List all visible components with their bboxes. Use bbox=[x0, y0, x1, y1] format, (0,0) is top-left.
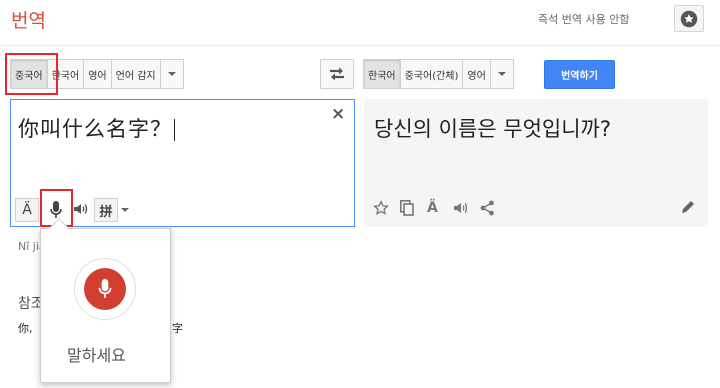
speak-now-label: 말하세요 bbox=[67, 346, 126, 365]
mic-active-indicator bbox=[84, 268, 126, 310]
edit-translation-button[interactable] bbox=[681, 200, 695, 218]
accent-output-button[interactable]: Ä bbox=[427, 200, 438, 216]
input-tools-dropdown[interactable] bbox=[121, 208, 129, 212]
accent-toggle-button[interactable]: Ä bbox=[15, 198, 39, 222]
swap-languages-button[interactable] bbox=[320, 59, 354, 89]
star-outline-icon bbox=[373, 200, 389, 215]
star-icon bbox=[680, 10, 698, 27]
translation-text: 당신의 이름은 무엇입니까? bbox=[374, 117, 612, 141]
text-cursor bbox=[174, 119, 175, 141]
copy-translation-button[interactable] bbox=[400, 200, 414, 220]
disable-instant-translation-link[interactable]: 즉석 번역 사용 안함 bbox=[538, 11, 629, 27]
translate-button[interactable]: 번역하기 bbox=[544, 60, 615, 89]
share-translation-button[interactable] bbox=[480, 200, 495, 220]
star-translation-button[interactable] bbox=[373, 200, 389, 220]
source-text[interactable]: 你叫什么名字？ bbox=[18, 113, 175, 143]
source-lang-english[interactable]: 영어 bbox=[83, 59, 112, 89]
clear-source-button[interactable]: × bbox=[331, 104, 345, 124]
swap-icon bbox=[330, 67, 344, 81]
microphone-icon bbox=[98, 279, 112, 298]
listen-translation-button[interactable] bbox=[453, 200, 469, 220]
speaker-icon bbox=[74, 204, 88, 214]
chevron-down-icon bbox=[167, 72, 176, 76]
reference-line-end: 字 bbox=[172, 322, 183, 335]
share-icon bbox=[480, 200, 494, 216]
chevron-down-icon bbox=[497, 72, 506, 76]
header-divider bbox=[0, 45, 720, 46]
source-lang-detect[interactable]: 언어 감지 bbox=[110, 59, 161, 89]
speaker-icon bbox=[454, 203, 468, 213]
source-lang-dropdown[interactable] bbox=[159, 59, 184, 89]
pinyin-input-button[interactable]: 拼 bbox=[94, 198, 118, 222]
target-lang-chinese-simplified[interactable]: 중국어(간체) bbox=[399, 59, 464, 89]
copy-icon bbox=[400, 200, 414, 216]
starred-button[interactable] bbox=[674, 5, 704, 32]
app-title: 번역 bbox=[11, 10, 46, 32]
reference-line-start: 你, bbox=[18, 322, 33, 335]
target-language-bar: 한국어 중국어(간체) 영어 bbox=[363, 59, 514, 89]
target-lang-english[interactable]: 영어 bbox=[462, 59, 491, 89]
highlight-source-lang bbox=[5, 53, 58, 95]
chevron-down-icon bbox=[121, 208, 129, 212]
target-lang-dropdown[interactable] bbox=[489, 59, 514, 89]
target-lang-korean[interactable]: 한국어 bbox=[363, 59, 401, 89]
voice-mic-button[interactable] bbox=[74, 258, 136, 320]
pencil-icon bbox=[682, 201, 694, 213]
listen-source-button[interactable] bbox=[73, 201, 89, 221]
